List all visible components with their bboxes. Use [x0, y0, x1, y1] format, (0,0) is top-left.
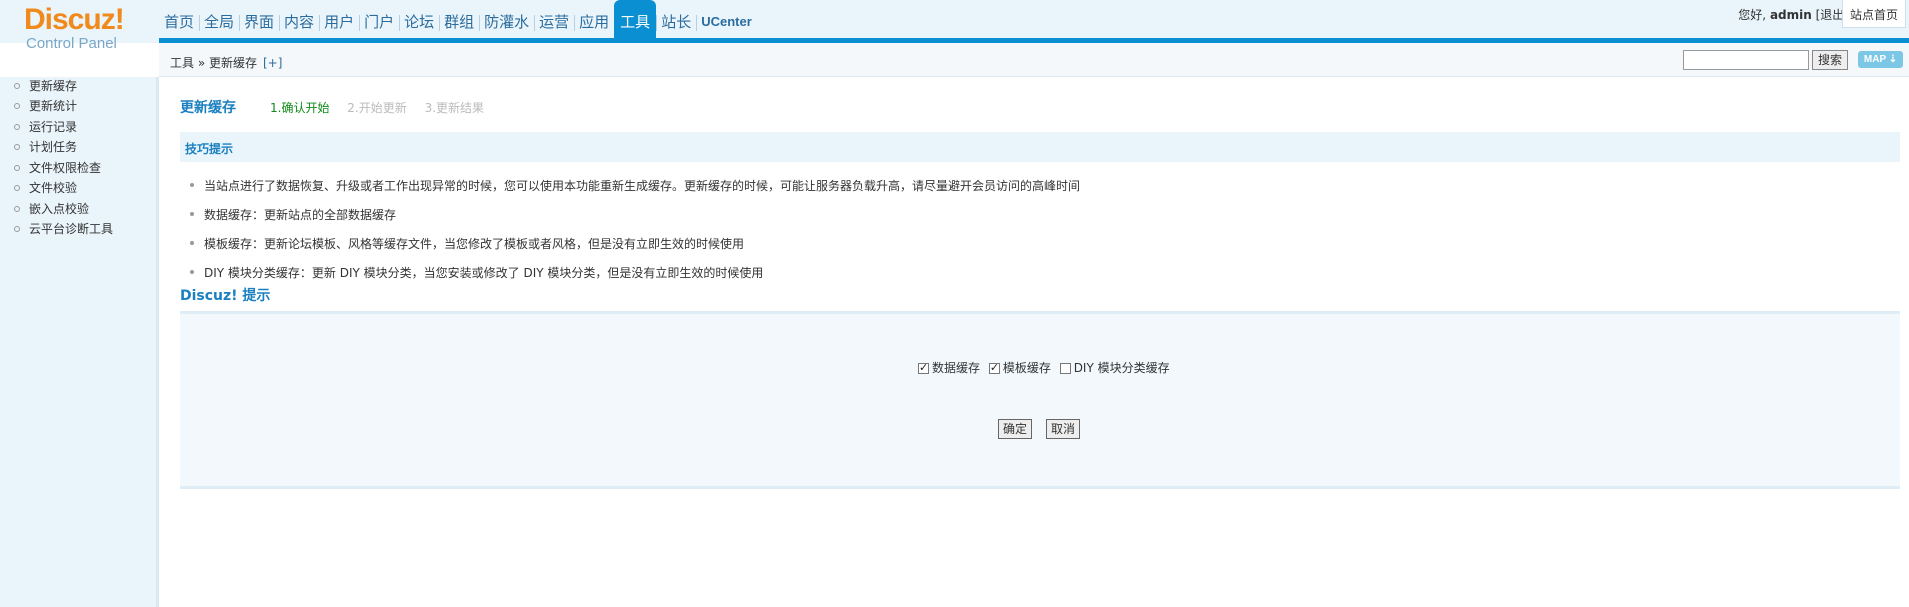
bullet-icon	[14, 185, 20, 191]
nav-portal[interactable]: 门户	[359, 0, 399, 38]
search-input[interactable]	[1683, 50, 1809, 70]
search-button[interactable]: 搜索	[1812, 50, 1848, 70]
sidebar-item-label: 运行记录	[29, 120, 78, 134]
data-cache-checkbox[interactable]	[918, 361, 929, 374]
sidebar-item-run-log[interactable]: 运行记录	[14, 118, 77, 135]
page-title: 更新缓存	[180, 100, 236, 116]
cache-options: 数据缓存 模板缓存 DIY 模块分类缓存	[918, 359, 1175, 376]
step-1: 1.确认开始	[270, 101, 330, 115]
nav-forum[interactable]: 论坛	[399, 0, 439, 38]
sidebar-item-label: 文件校验	[29, 181, 78, 195]
bullet-icon	[14, 103, 20, 109]
bullet-icon	[190, 183, 194, 187]
bullet-icon	[14, 206, 20, 212]
sidebar-item-file-perms[interactable]: 文件权限检查	[14, 159, 101, 176]
sidebar-item-cron[interactable]: 计划任务	[14, 138, 77, 155]
bullet-icon	[190, 270, 194, 274]
sidebar-item-label: 嵌入点校验	[29, 202, 90, 216]
nav-plugin[interactable]: 应用	[574, 0, 614, 38]
nav-global[interactable]: 全局	[199, 0, 239, 38]
sidebar-item-label: 更新统计	[29, 99, 78, 113]
tip-text: 当站点进行了数据恢复、升级或者工作出现异常的时候，您可以使用本功能重新生成缓存。…	[204, 179, 1081, 193]
map-button[interactable]: MAP ⇣	[1858, 51, 1903, 68]
diy-cache-checkbox[interactable]	[1059, 363, 1071, 374]
logo-text: Discuz!	[24, 3, 125, 36]
nav-extended[interactable]: 运营	[534, 0, 574, 38]
nav-style[interactable]: 界面	[239, 0, 279, 38]
tip-item: 模板缓存：更新论坛模板、风格等缓存文件，当您修改了模板或者风格，但是没有立即生效…	[190, 235, 744, 252]
nav-tools[interactable]: 工具	[614, 0, 657, 38]
sidebar-item-hook-check[interactable]: 嵌入点校验	[14, 200, 89, 217]
sidebar-item-label: 文件权限检查	[29, 161, 102, 175]
tips-title: 技巧提示	[185, 142, 234, 156]
user-info: 您好, admin [退出]	[1738, 6, 1849, 23]
template-cache-checkbox[interactable]	[988, 361, 1000, 374]
step-indicator: 1.确认开始 2.开始更新 3.更新结果	[270, 99, 498, 116]
sidebar-item-update-stats[interactable]: 更新统计	[14, 97, 77, 114]
sidebar-item-label: 更新缓存	[29, 79, 78, 93]
tips-header: 技巧提示	[180, 132, 1900, 162]
notice-box: 数据缓存 模板缓存 DIY 模块分类缓存 确定 取消	[180, 311, 1900, 489]
tip-item: DIY 模块分类缓存：更新 DIY 模块分类，当您安装或修改了 DIY 模块分类…	[190, 264, 763, 281]
nav-founder[interactable]: 站长	[656, 0, 696, 38]
bullet-icon	[14, 83, 20, 89]
diy-cache-label: DIY 模块分类缓存	[1073, 361, 1170, 375]
nav-group[interactable]: 群组	[439, 0, 479, 38]
tip-text: 数据缓存：更新站点的全部数据缓存	[204, 208, 397, 222]
logo-subtitle: Control Panel	[26, 35, 117, 52]
tip-text: DIY 模块分类缓存：更新 DIY 模块分类，当您安装或修改了 DIY 模块分类…	[204, 266, 764, 280]
step-3: 3.更新结果	[424, 101, 485, 115]
nav-home[interactable]: 首页	[159, 0, 199, 38]
tip-text: 模板缓存：更新论坛模板、风格等缓存文件，当您修改了模板或者风格，但是没有立即生效…	[204, 237, 745, 251]
username: admin	[1769, 8, 1812, 22]
nav-ucenter[interactable]: UCenter	[696, 0, 757, 38]
sidebar-item-cloud-diag[interactable]: 云平台诊断工具	[14, 220, 113, 237]
site-home-link[interactable]: 站点首页	[1841, 0, 1906, 28]
tip-item: 当站点进行了数据恢复、升级或者工作出现异常的时候，您可以使用本功能重新生成缓存。…	[190, 177, 1080, 194]
bullet-icon	[14, 124, 20, 130]
bullet-icon	[14, 144, 20, 150]
bullet-icon	[14, 165, 20, 171]
logo[interactable]: Discuz! Control Panel	[24, 4, 154, 52]
breadcrumb-bar: 工具 » 更新缓存 [+] 搜索 MAP ⇣	[159, 43, 1909, 77]
step-2: 2.开始更新	[347, 101, 407, 115]
nav-user[interactable]: 用户	[319, 0, 359, 38]
confirm-button[interactable]: 确定	[998, 419, 1033, 439]
nav-safe[interactable]: 防灌水	[479, 0, 534, 38]
notice-title: Discuz! 提示	[180, 288, 271, 304]
bullet-icon	[190, 241, 194, 245]
tip-item: 数据缓存：更新站点的全部数据缓存	[190, 206, 396, 223]
sidebar-item-label: 计划任务	[29, 140, 78, 154]
main-nav: 首页 全局 界面 内容 用户 门户 论坛 群组 防灌水 运营 应用 工具 站长 …	[159, 0, 757, 38]
greeting: 您好,	[1738, 8, 1767, 22]
breadcrumb-text: 工具 » 更新缓存	[170, 56, 257, 70]
template-cache-label: 模板缓存	[1002, 361, 1051, 375]
breadcrumb: 工具 » 更新缓存 [+]	[170, 54, 282, 71]
bullet-icon	[14, 226, 20, 232]
top-header: Discuz! Control Panel 首页 全局 界面 内容 用户 门户 …	[0, 0, 1909, 52]
data-cache-label: 数据缓存	[932, 361, 981, 375]
sidebar-item-update-cache[interactable]: 更新缓存	[14, 77, 77, 94]
add-shortcut-link[interactable]: [+]	[263, 56, 282, 70]
cancel-button[interactable]: 取消	[1046, 419, 1081, 439]
sidebar: 更新缓存 更新统计 运行记录 计划任务 文件权限检查 文件校验 嵌入点校验 云平…	[0, 77, 159, 607]
bullet-icon	[190, 212, 194, 216]
sidebar-item-label: 云平台诊断工具	[29, 222, 114, 236]
sidebar-item-file-check[interactable]: 文件校验	[14, 179, 77, 196]
nav-content[interactable]: 内容	[279, 0, 319, 38]
